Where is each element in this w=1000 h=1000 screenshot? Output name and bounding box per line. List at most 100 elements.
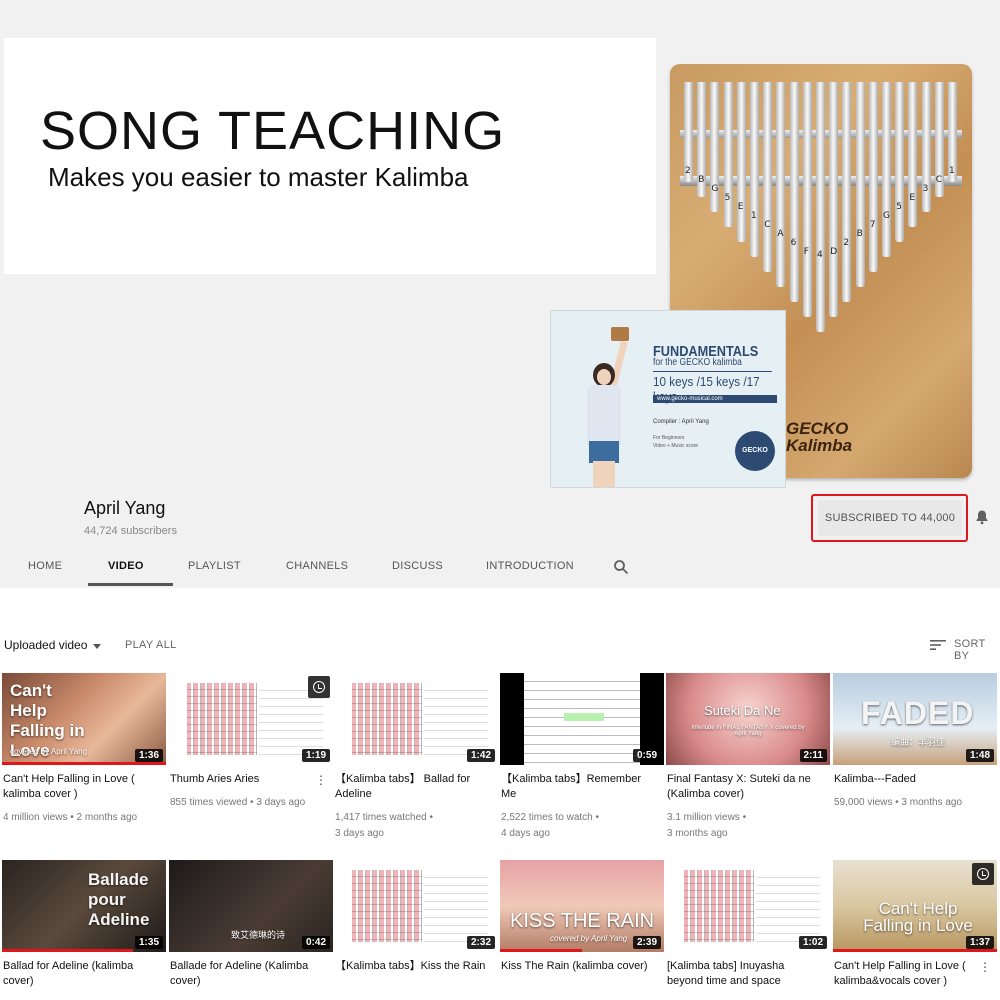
tine-note-label: G xyxy=(883,211,890,221)
thumb-title-text: FADED xyxy=(861,695,975,731)
kalimba-tine xyxy=(882,82,891,257)
video-card[interactable]: Suteki Da Ne Interlude in FINAL FANTASY … xyxy=(666,673,830,839)
video-meta: 1,417 times watched • xyxy=(335,812,433,823)
video-duration: 2:39 xyxy=(632,936,661,949)
thumb-caption: 编曲：羊羽佳 xyxy=(891,737,946,747)
tine-note-label: E xyxy=(737,202,744,212)
tab-sheet-image xyxy=(684,870,754,942)
video-title[interactable]: 【Kalimba tabs】 Ballad for Adeline xyxy=(335,772,491,802)
video-thumbnail[interactable]: 1:02 xyxy=(666,860,830,952)
girl-shorts xyxy=(589,441,619,463)
tab-sheet-lines xyxy=(424,870,488,942)
kalimba-tine xyxy=(895,82,905,242)
bell-icon[interactable] xyxy=(974,509,990,525)
tab-sheet-lines xyxy=(756,870,820,942)
video-meta: 3.1 million views • xyxy=(667,812,747,823)
kalimba-tine xyxy=(802,82,812,317)
video-title[interactable]: 【Kalimba tabs】Remember Me xyxy=(501,772,657,802)
gecko-seal-icon: GECKO xyxy=(735,431,775,471)
video-card[interactable]: 1:42 【Kalimba tabs】 Ballad for Adeline 1… xyxy=(334,673,498,839)
tab-sheet-image xyxy=(187,683,257,755)
tab-discuss[interactable]: DISCUSS xyxy=(392,560,443,572)
tine-note-label: 1 xyxy=(751,211,757,221)
video-card[interactable]: KISS THE RAIN covered by April Yang 2:39… xyxy=(500,860,664,1000)
gecko-kalimba-logo: GECKO Kalimba xyxy=(786,420,852,454)
video-thumbnail[interactable]: 致艾德琳的诗 0:42 xyxy=(169,860,333,952)
tine-note-label: 3 xyxy=(922,184,929,194)
video-card[interactable]: Can't Help Falling in Love covered by Ap… xyxy=(2,673,166,833)
girl-body xyxy=(587,385,621,447)
video-duration: 2:32 xyxy=(466,936,495,949)
channel-name[interactable]: April Yang xyxy=(84,498,165,519)
sort-by-button[interactable]: SORT BY xyxy=(954,638,1000,662)
play-all-button[interactable]: PLAY ALL xyxy=(125,639,177,651)
video-thumbnail[interactable]: Can't Help Falling in Love covered by Ap… xyxy=(2,673,166,765)
uploaded-video-dropdown[interactable]: Uploaded video xyxy=(4,638,87,652)
tine-note-label: E xyxy=(909,193,916,203)
video-thumbnail[interactable]: 2:32 xyxy=(334,860,498,952)
video-card[interactable]: 0:59 【Kalimba tabs】Remember Me 2,522 tim… xyxy=(500,673,664,839)
kalimba-tine xyxy=(855,82,865,287)
thumb-title-text: Ballade pour Adeline xyxy=(88,870,150,929)
video-card[interactable]: FADED 编曲：羊羽佳 1:48 Kalimba---Faded 59,000… xyxy=(833,673,997,833)
video-title[interactable]: [Kalimba tabs] Inuyasha beyond time and … xyxy=(667,959,823,989)
video-thumbnail[interactable]: 1:19 xyxy=(169,673,333,765)
active-tab-indicator xyxy=(88,583,173,586)
video-thumbnail[interactable]: Can't Help Falling in Love 1:37 xyxy=(833,860,997,952)
tab-playlist[interactable]: PLAYLIST xyxy=(188,560,241,572)
brand-line-2: Kalimba xyxy=(786,436,853,455)
girl-legs xyxy=(593,461,615,487)
video-thumbnail[interactable]: 1:42 xyxy=(334,673,498,765)
video-meta: 59,000 views • 3 months ago xyxy=(834,797,963,808)
tab-channels[interactable]: CHANNELS xyxy=(286,560,348,572)
subscribe-button[interactable]: SUBSCRIBED TO 44,000 xyxy=(818,500,962,536)
more-options-icon[interactable]: ⋮ xyxy=(979,960,991,974)
video-duration: 1:36 xyxy=(134,749,163,762)
video-title[interactable]: Ballade for Adeline (Kalimba cover) xyxy=(170,959,326,989)
video-card[interactable]: 2:32 【Kalimba tabs】Kiss the Rain xyxy=(334,860,498,1000)
tine-note-label: D xyxy=(830,247,838,257)
kalimba-tine xyxy=(750,82,759,257)
video-title[interactable]: Kiss The Rain (kalimba cover) xyxy=(501,959,657,974)
video-duration: 1:48 xyxy=(965,749,994,762)
watch-later-icon[interactable] xyxy=(308,676,330,698)
kalimba-tine xyxy=(829,82,839,317)
kalimba-tine xyxy=(763,82,773,272)
video-card[interactable]: Ballade pour Adeline 1:35 Ballad for Ade… xyxy=(2,860,166,1000)
thumb-title-text: KISS THE RAIN xyxy=(510,910,655,932)
video-duration: 1:19 xyxy=(301,749,330,762)
video-card[interactable]: Can't Help Falling in Love 1:37 Can't He… xyxy=(833,860,997,1000)
tab-introduction[interactable]: INTRODUCTION xyxy=(486,560,574,572)
video-card[interactable]: 1:02 [Kalimba tabs] Inuyasha beyond time… xyxy=(666,860,830,1000)
video-title[interactable]: Ballad for Adeline (kalimba cover) xyxy=(3,959,159,989)
video-duration: 1:02 xyxy=(798,936,827,949)
watch-later-icon[interactable] xyxy=(972,863,994,885)
video-card[interactable]: 致艾德琳的诗 0:42 Ballade for Adeline (Kalimba… xyxy=(169,860,333,1000)
kalimba-tine xyxy=(723,82,733,227)
chevron-down-icon[interactable] xyxy=(93,644,101,649)
video-card[interactable]: 1:19 Thumb Aries Aries ⋮ 855 times viewe… xyxy=(169,673,333,833)
video-thumbnail[interactable]: 0:59 xyxy=(500,673,664,765)
video-title[interactable]: Can't Help Falling in Love ( kalimba cov… xyxy=(3,772,159,802)
tab-video[interactable]: VIDEO xyxy=(108,560,144,572)
video-title[interactable]: Thumb Aries Aries xyxy=(170,772,326,787)
sort-icon[interactable] xyxy=(930,639,946,651)
tab-home[interactable]: HOME xyxy=(28,560,62,572)
video-thumbnail[interactable]: Suteki Da Ne Interlude in FINAL FANTASY … xyxy=(666,673,830,765)
video-title[interactable]: Final Fantasy X: Suteki da ne (Kalimba c… xyxy=(667,772,823,802)
more-options-icon[interactable]: ⋮ xyxy=(315,773,327,787)
tab-sheet-lines xyxy=(424,683,488,755)
video-thumbnail[interactable]: FADED 编曲：羊羽佳 1:48 xyxy=(833,673,997,765)
video-title[interactable]: 【Kalimba tabs】Kiss the Rain xyxy=(335,959,491,974)
tab-sheet-image xyxy=(352,870,422,942)
kalimba-tine xyxy=(842,82,852,302)
book-small-2: Video + Music score xyxy=(653,443,699,449)
search-icon[interactable] xyxy=(613,559,629,575)
video-thumbnail[interactable]: KISS THE RAIN covered by April Yang 2:39 xyxy=(500,860,664,952)
video-thumbnail[interactable]: Ballade pour Adeline 1:35 xyxy=(2,860,166,952)
video-title[interactable]: Kalimba---Faded xyxy=(834,772,990,787)
tine-note-label: B xyxy=(856,229,863,239)
tine-note-label: F xyxy=(803,247,809,257)
fundamentals-book-image: FUNDAMENTALS for the GECKO kalimba 10 ke… xyxy=(550,310,786,488)
video-title[interactable]: Can't Help Falling in Love ( kalimba&voc… xyxy=(834,959,990,989)
